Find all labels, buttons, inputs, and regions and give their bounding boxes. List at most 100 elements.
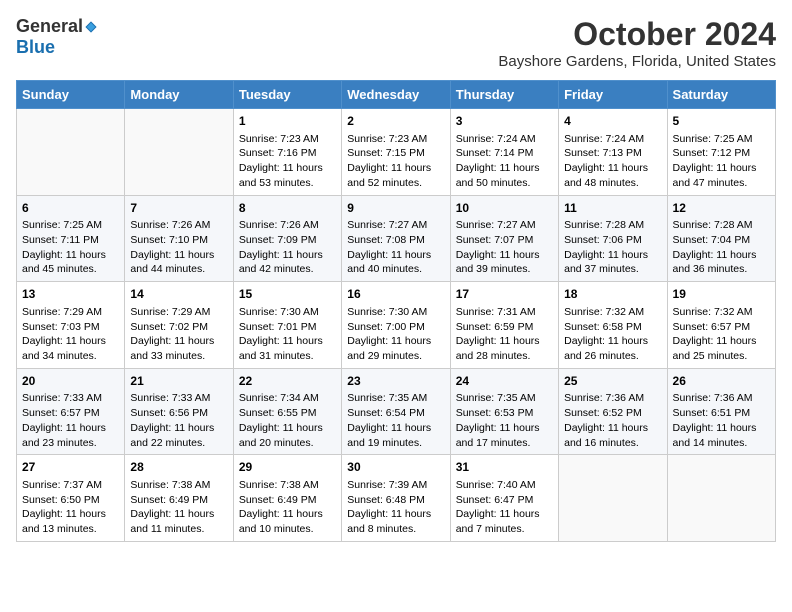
day-info: Sunset: 7:07 PM: [456, 233, 553, 248]
day-info: Daylight: 11 hours and 48 minutes.: [564, 161, 661, 190]
day-number: 29: [239, 459, 336, 476]
day-info: Daylight: 11 hours and 42 minutes.: [239, 248, 336, 277]
calendar-cell: 15 Sunrise: 7:30 AMSunset: 7:01 PMDayligh…: [233, 282, 341, 369]
day-info: Daylight: 11 hours and 16 minutes.: [564, 421, 661, 450]
day-number: 20: [22, 373, 119, 390]
day-info: Sunrise: 7:23 AM: [347, 132, 444, 147]
day-number: 15: [239, 286, 336, 303]
day-info: Sunset: 6:53 PM: [456, 406, 553, 421]
calendar-cell: 21Sunrise: 7:33 AMSunset: 6:56 PMDayligh…: [125, 368, 233, 455]
day-info: Sunset: 6:58 PM: [564, 320, 661, 335]
calendar-cell: 29Sunrise: 7:38 AMSunset: 6:49 PMDayligh…: [233, 455, 341, 542]
day-info: Sunrise: 7:38 AM: [130, 478, 227, 493]
day-info: Sunset: 6:56 PM: [130, 406, 227, 421]
day-number: 7: [130, 200, 227, 217]
day-info: Sunset: 6:52 PM: [564, 406, 661, 421]
day-info: Sunrise: 7:27 AM: [347, 218, 444, 233]
day-info: Daylight: 11 hours and 14 minutes.: [673, 421, 770, 450]
day-info: Daylight: 11 hours and 40 minutes.: [347, 248, 444, 277]
calendar-cell: 30 Sunrise: 7:39 AMSunset: 6:48 PMDayligh…: [342, 455, 450, 542]
month-title: October 2024: [498, 16, 776, 53]
calendar-cell: 12Sunrise: 7:28 AMSunset: 7:04 PMDayligh…: [667, 195, 775, 282]
day-info: Sunset: 7:16 PM: [239, 146, 336, 161]
calendar-cell: 4Sunrise: 7:24 AMSunset: 7:13 PMDaylight…: [559, 109, 667, 196]
day-info: Sunrise: 7:34 AM: [239, 391, 336, 406]
day-info: Daylight: 11 hours and 10 minutes.: [239, 507, 336, 536]
day-info: Sunset: 6:57 PM: [673, 320, 770, 335]
day-info: Daylight: 11 hours and 23 minutes.: [22, 421, 119, 450]
logo-general-text: General: [16, 16, 83, 37]
calendar-week-row: 1Sunrise: 7:23 AMSunset: 7:16 PMDaylight…: [17, 109, 776, 196]
calendar-cell: 5Sunrise: 7:25 AMSunset: 7:12 PMDaylight…: [667, 109, 775, 196]
day-number: 24: [456, 373, 553, 390]
calendar-cell: 18Sunrise: 7:32 AMSunset: 6:58 PMDayligh…: [559, 282, 667, 369]
day-info: Daylight: 11 hours and 19 minutes.: [347, 421, 444, 450]
calendar-cell: 13Sunrise: 7:29 AMSunset: 7:03 PMDayligh…: [17, 282, 125, 369]
day-info: Sunset: 7:06 PM: [564, 233, 661, 248]
day-number: 9: [347, 200, 444, 217]
day-of-week-header: Saturday: [667, 81, 775, 109]
calendar-header-row: SundayMondayTuesdayWednesdayThursdayFrid…: [17, 81, 776, 109]
day-info: Sunrise: 7:26 AM: [130, 218, 227, 233]
day-info: Daylight: 11 hours and 28 minutes.: [456, 334, 553, 363]
page-header: General Blue October 2024 Bayshore Garde…: [16, 16, 776, 70]
day-info: Sunrise: 7:35 AM: [456, 391, 553, 406]
calendar-cell: 26Sunrise: 7:36 AMSunset: 6:51 PMDayligh…: [667, 368, 775, 455]
calendar-week-row: 13Sunrise: 7:29 AMSunset: 7:03 PMDayligh…: [17, 282, 776, 369]
calendar-cell: 10Sunrise: 7:27 AMSunset: 7:07 PMDayligh…: [450, 195, 558, 282]
day-info: Sunset: 6:54 PM: [347, 406, 444, 421]
calendar-cell: [559, 455, 667, 542]
calendar-week-row: 20Sunrise: 7:33 AMSunset: 6:57 PMDayligh…: [17, 368, 776, 455]
day-info: Sunset: 6:50 PM: [22, 493, 119, 508]
calendar-cell: 2Sunrise: 7:23 AMSunset: 7:15 PMDaylight…: [342, 109, 450, 196]
day-info: Sunset: 7:12 PM: [673, 146, 770, 161]
day-info: Sunrise: 7:32 AM: [564, 305, 661, 320]
day-number: 25: [564, 373, 661, 390]
day-info: Sunrise: 7:40 AM: [456, 478, 553, 493]
calendar-cell: 1Sunrise: 7:23 AMSunset: 7:16 PMDaylight…: [233, 109, 341, 196]
day-info: Sunset: 7:11 PM: [22, 233, 119, 248]
day-number: 8: [239, 200, 336, 217]
day-info: Sunrise: 7:37 AM: [22, 478, 119, 493]
day-info: Sunset: 7:00 PM: [347, 320, 444, 335]
day-info: Daylight: 11 hours and 44 minutes.: [130, 248, 227, 277]
day-info: Daylight: 11 hours and 7 minutes.: [456, 507, 553, 536]
day-info: Sunset: 6:59 PM: [456, 320, 553, 335]
day-info: Sunset: 6:57 PM: [22, 406, 119, 421]
calendar-cell: 27Sunrise: 7:37 AMSunset: 6:50 PMDayligh…: [17, 455, 125, 542]
logo-icon: [84, 20, 98, 34]
day-info: Sunset: 7:10 PM: [130, 233, 227, 248]
day-info: Daylight: 11 hours and 8 minutes.: [347, 507, 444, 536]
day-info: Sunrise: 7:23 AM: [239, 132, 336, 147]
day-info: Sunset: 7:02 PM: [130, 320, 227, 335]
day-info: Daylight: 11 hours and 26 minutes.: [564, 334, 661, 363]
day-number: 14: [130, 286, 227, 303]
day-of-week-header: Monday: [125, 81, 233, 109]
day-number: 27: [22, 459, 119, 476]
day-info: Sunrise: 7:35 AM: [347, 391, 444, 406]
calendar-week-row: 27 Sunrise: 7:37 AMSunset: 6:50 PM Dayligh…: [17, 455, 776, 542]
day-number: 30: [347, 459, 444, 476]
calendar-cell: 7Sunrise: 7:26 AMSunset: 7:10 PMDaylight…: [125, 195, 233, 282]
day-number: 28: [130, 459, 227, 476]
calendar-cell: 17 Sunrise: 7:31 AMSunset: 6:59 PMDayligh…: [450, 282, 558, 369]
day-number: 17: [456, 286, 553, 303]
day-info: Sunrise: 7:26 AM: [239, 218, 336, 233]
day-info: Sunrise: 7:31 AM: [456, 305, 553, 320]
day-number: 26: [673, 373, 770, 390]
day-of-week-header: Tuesday: [233, 81, 341, 109]
calendar-week-row: 6Sunrise: 7:25 AMSunset: 7:11 PMDaylight…: [17, 195, 776, 282]
day-info: Sunrise: 7:39 AM: [347, 478, 444, 493]
day-info: Daylight: 11 hours and 34 minutes.: [22, 334, 119, 363]
day-info: Daylight: 11 hours and 17 minutes.: [456, 421, 553, 450]
calendar-cell: [667, 455, 775, 542]
day-info: Sunset: 7:03 PM: [22, 320, 119, 335]
location-title: Bayshore Gardens, Florida, United States: [498, 53, 776, 70]
day-number: 11: [564, 200, 661, 217]
day-info: Sunset: 7:01 PM: [239, 320, 336, 335]
day-info: Daylight: 11 hours and 37 minutes.: [564, 248, 661, 277]
day-info: Sunrise: 7:30 AM: [239, 305, 336, 320]
day-info: Daylight: 11 hours and 31 minutes.: [239, 334, 336, 363]
day-info: Sunset: 6:48 PM: [347, 493, 444, 508]
day-info: Sunrise: 7:32 AM: [673, 305, 770, 320]
